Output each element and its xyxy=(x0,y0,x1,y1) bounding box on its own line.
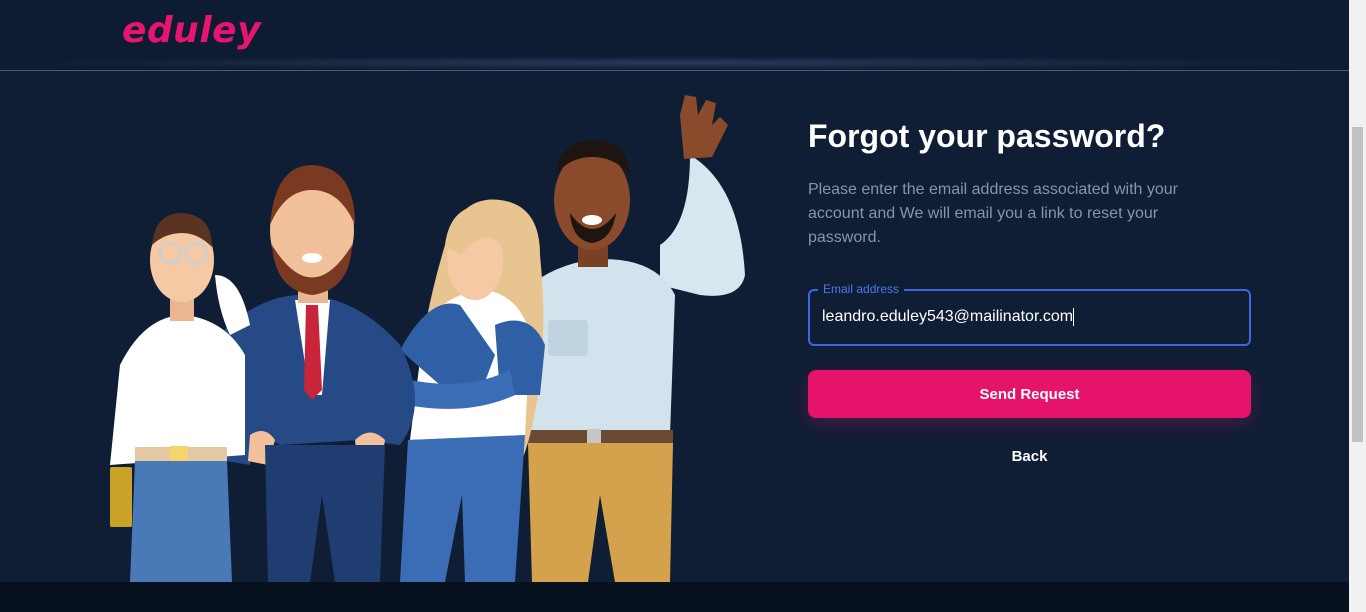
header-divider xyxy=(0,70,1349,71)
eduley-logo[interactable]: eduley xyxy=(122,10,261,51)
person-glasses xyxy=(110,213,250,582)
page-title: Forgot your password? xyxy=(808,118,1166,154)
person-waving xyxy=(528,95,745,582)
send-request-button[interactable]: Send Request xyxy=(808,370,1251,418)
page-scrollbar[interactable] xyxy=(1349,0,1366,612)
email-input[interactable]: leandro.eduley543@mailinator.com xyxy=(822,308,1075,326)
top-header: eduley xyxy=(0,0,1349,70)
instructions-text: Please enter the email address associate… xyxy=(808,181,1178,246)
footer-bar xyxy=(0,582,1366,612)
header-glow xyxy=(20,56,1329,70)
email-field-label: Email address xyxy=(818,282,905,296)
team-people-illustration xyxy=(110,95,745,582)
back-link[interactable]: Back xyxy=(808,448,1251,465)
forgot-password-page: eduley Forgot your password? Please ente… xyxy=(0,0,1366,612)
scrollbar-thumb[interactable] xyxy=(1352,127,1363,442)
email-field[interactable]: Email address leandro.eduley543@mailinat… xyxy=(808,282,1251,346)
email-input-value: leandro.eduley543@mailinator.com xyxy=(822,308,1074,326)
text-caret xyxy=(1073,308,1075,326)
